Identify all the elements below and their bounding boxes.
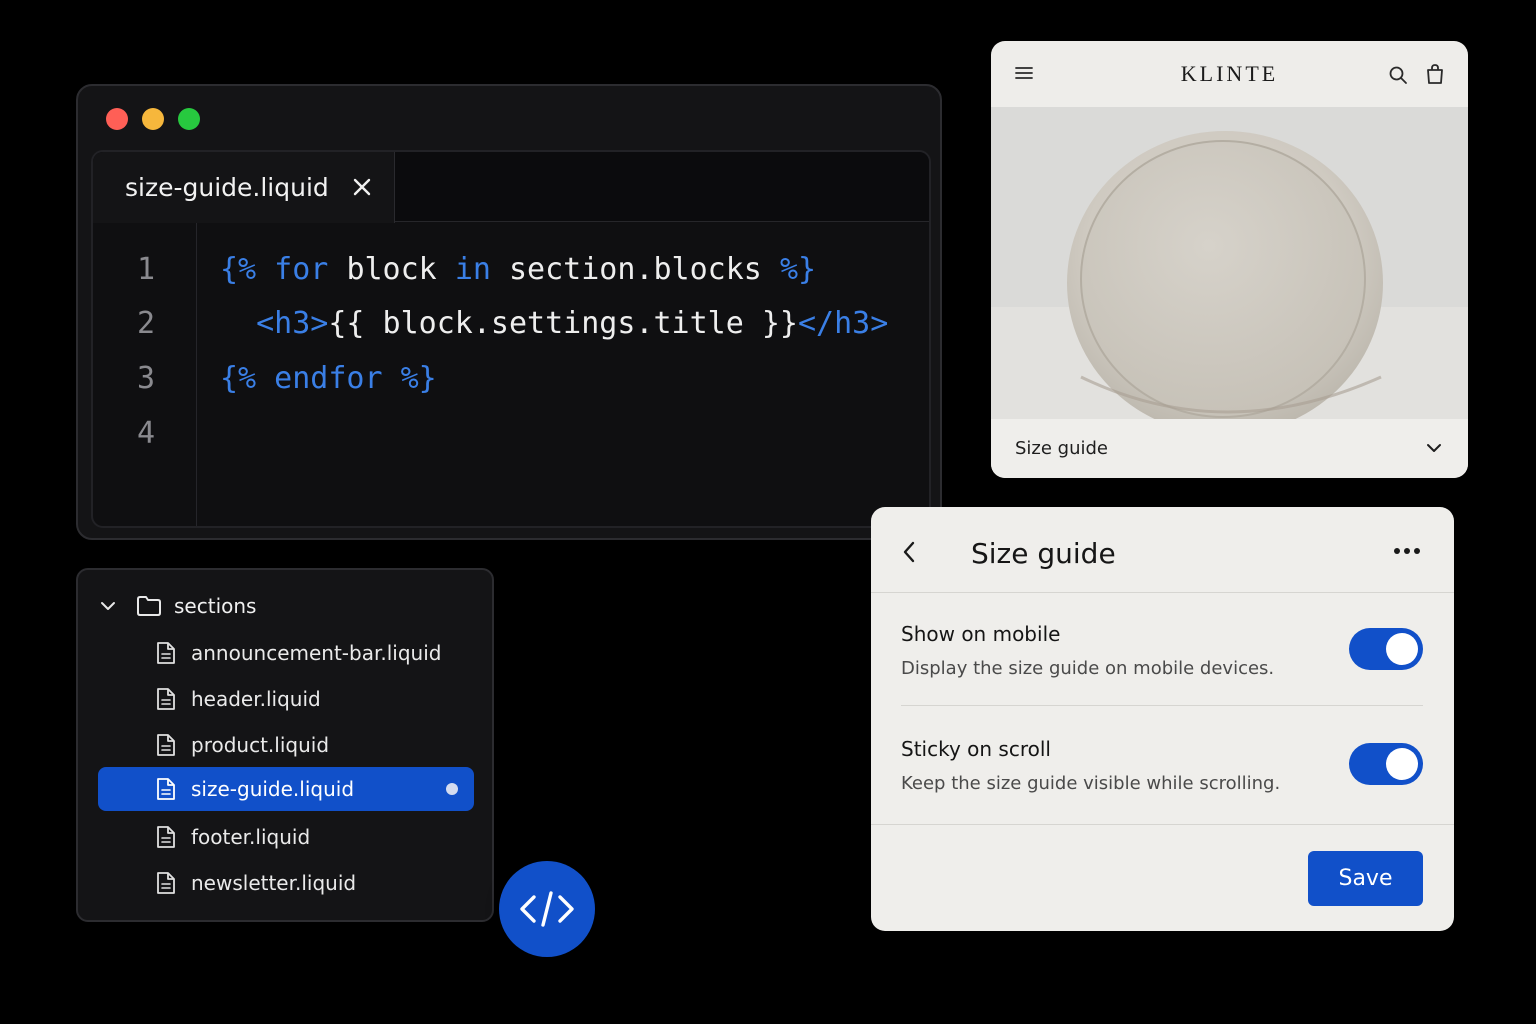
toggle-knob	[1386, 748, 1418, 780]
code-line[interactable]: 3 {% endfor %}	[93, 361, 929, 401]
file-icon	[157, 826, 175, 848]
file-name: product.liquid	[191, 733, 330, 757]
unsaved-changes-dot	[446, 783, 458, 795]
storefront-preview: KLINTE Size guide	[991, 41, 1468, 478]
code-token: section.blocks	[509, 252, 780, 287]
file-name: size-guide.liquid	[191, 777, 355, 801]
close-icon[interactable]	[350, 175, 374, 199]
tab-size-guide[interactable]: size-guide.liquid	[93, 152, 395, 223]
code-keyword: %}	[779, 252, 817, 287]
file-tree: sections announcement-bar.liquid header.l…	[76, 568, 494, 922]
file-item[interactable]: announcement-bar.liquid	[98, 631, 474, 675]
file-item[interactable]: header.liquid	[98, 677, 474, 721]
file-name: header.liquid	[191, 687, 321, 711]
setting-label: Show on mobile	[901, 622, 1061, 646]
file-item[interactable]: product.liquid	[98, 723, 474, 767]
shopping-bag-icon[interactable]	[1425, 63, 1445, 85]
code-line[interactable]: 2 <h3>{{ block.settings.title }}</h3>	[93, 306, 929, 346]
code-token: block	[346, 252, 455, 287]
footer-divider	[871, 824, 1454, 825]
toggle-knob	[1386, 633, 1418, 665]
back-arrow-icon[interactable]	[901, 540, 917, 564]
code-keyword: {% for	[220, 252, 347, 287]
file-icon	[157, 778, 175, 800]
setting-show-on-mobile: Show on mobile Display the size guide on…	[901, 622, 1423, 679]
product-image	[991, 107, 1468, 435]
folder-icon	[137, 596, 161, 616]
file-name: newsletter.liquid	[191, 871, 357, 895]
tab-label: size-guide.liquid	[125, 173, 329, 202]
file-icon	[157, 642, 175, 664]
code-keyword: {% endfor %}	[220, 361, 437, 396]
plate-illustration	[991, 107, 1468, 435]
sticky-on-scroll-toggle[interactable]	[1349, 743, 1423, 785]
maximize-window-button[interactable]	[178, 108, 200, 130]
more-options-icon[interactable]	[1393, 547, 1421, 555]
file-icon	[157, 872, 175, 894]
line-number: 3	[137, 361, 156, 396]
chevron-down-icon[interactable]	[1426, 441, 1442, 455]
size-guide-accordion[interactable]: Size guide	[991, 419, 1468, 478]
file-icon	[157, 734, 175, 756]
show-on-mobile-toggle[interactable]	[1349, 628, 1423, 670]
code-editor-window: size-guide.liquid 1 {% for block in secti…	[76, 84, 942, 540]
folder-label: sections	[174, 594, 257, 618]
code-view-button[interactable]	[499, 861, 595, 957]
code-keyword: </h3>	[797, 306, 889, 341]
row-divider	[901, 705, 1423, 706]
save-button[interactable]: Save	[1308, 851, 1423, 906]
code-line[interactable]: 4	[93, 416, 929, 456]
minimize-window-button[interactable]	[142, 108, 164, 130]
chevron-down-icon[interactable]	[98, 596, 118, 616]
file-item[interactable]: footer.liquid	[98, 815, 474, 859]
code-text: {% endfor %}	[220, 361, 437, 396]
code-keyword: <h3>	[220, 306, 329, 341]
line-number: 2	[137, 306, 156, 341]
settings-title: Size guide	[971, 537, 1116, 570]
setting-description: Keep the size guide visible while scroll…	[901, 773, 1281, 794]
brand-logo[interactable]: KLINTE	[1181, 61, 1278, 87]
menu-icon[interactable]	[1015, 65, 1033, 81]
line-number: 4	[137, 416, 156, 451]
file-name: announcement-bar.liquid	[191, 641, 442, 665]
settings-header: Size guide	[871, 507, 1454, 593]
code-line[interactable]: 1 {% for block in section.blocks %}	[93, 252, 929, 292]
line-number: 1	[137, 252, 156, 287]
setting-label: Sticky on scroll	[901, 737, 1051, 761]
code-text: <h3>{{ block.settings.title }}</h3>	[220, 306, 888, 341]
close-window-button[interactable]	[106, 108, 128, 130]
editor-panel: size-guide.liquid 1 {% for block in secti…	[91, 150, 931, 528]
store-header: KLINTE	[991, 41, 1468, 107]
file-item[interactable]: size-guide.liquid	[98, 767, 474, 811]
setting-description: Display the size guide on mobile devices…	[901, 658, 1275, 679]
file-name: footer.liquid	[191, 825, 311, 849]
folder-sections[interactable]: sections	[98, 592, 256, 620]
code-keyword: in	[454, 252, 509, 287]
code-text: {% for block in section.blocks %}	[220, 252, 816, 287]
file-icon	[157, 688, 175, 710]
code-icon	[520, 891, 574, 927]
window-controls	[106, 108, 200, 130]
settings-panel: Size guide Show on mobile Display the si…	[871, 507, 1454, 931]
setting-sticky-on-scroll: Sticky on scroll Keep the size guide vis…	[901, 737, 1423, 794]
file-item[interactable]: newsletter.liquid	[98, 861, 474, 905]
search-icon[interactable]	[1388, 65, 1408, 85]
accordion-label: Size guide	[1015, 438, 1109, 459]
code-token: {{ block.settings.title }}	[328, 306, 798, 341]
